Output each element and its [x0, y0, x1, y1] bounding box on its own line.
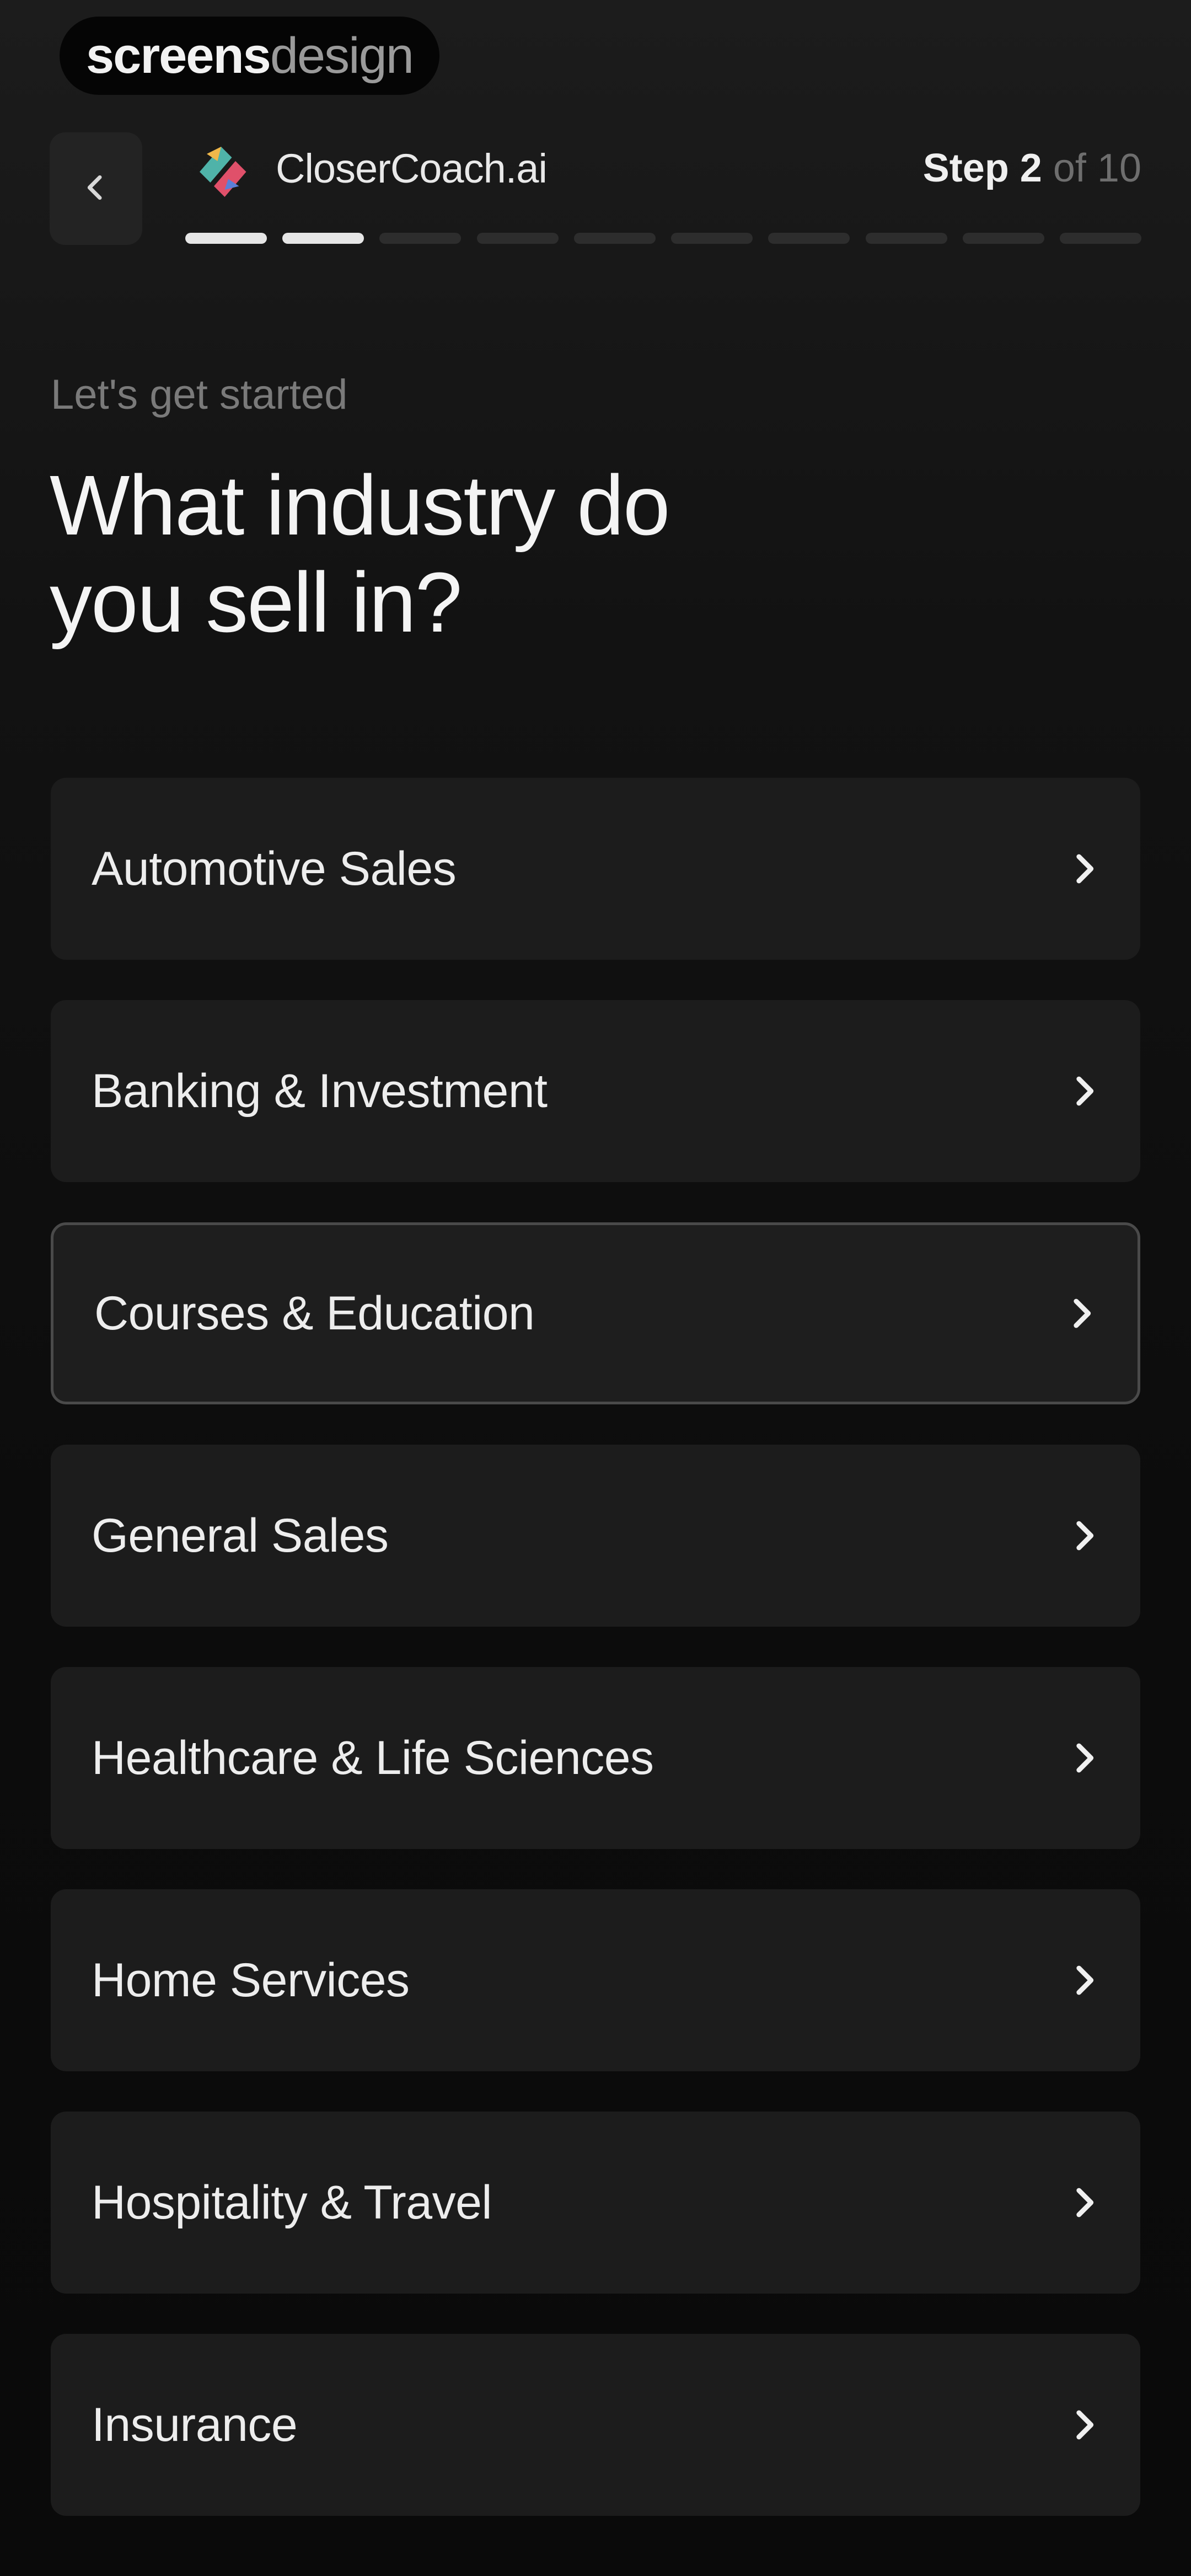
- chevron-left-icon: [81, 172, 111, 206]
- progress-segment: [1059, 233, 1141, 244]
- watermark-text-light: design: [270, 27, 414, 84]
- industry-option[interactable]: Hospitality & Travel: [51, 2112, 1140, 2294]
- industry-option-label: Home Services: [92, 1953, 410, 2007]
- industry-option[interactable]: Courses & Education: [51, 1222, 1140, 1404]
- progress-segment: [768, 233, 850, 244]
- industry-option-label: General Sales: [92, 1509, 389, 1562]
- onboarding-screen: screens design CloserCoach.ai Step 2 of 1…: [0, 0, 1191, 2576]
- chevron-right-icon: [1065, 1517, 1102, 1554]
- industry-option-label: Insurance: [92, 2398, 298, 2451]
- watermark-badge: screens design: [60, 17, 439, 95]
- progress-segment: [185, 233, 267, 244]
- chevron-right-icon: [1065, 2407, 1102, 2443]
- industry-option-label: Courses & Education: [94, 1286, 535, 1340]
- progress-segment: [962, 233, 1044, 244]
- progress-segment: [379, 233, 462, 244]
- progress-bar: [185, 233, 1141, 244]
- chevron-right-icon: [1063, 1295, 1099, 1332]
- page-title: What industry do you sell in?: [50, 457, 877, 651]
- progress-segment: [865, 233, 947, 244]
- chevron-right-icon: [1065, 2184, 1102, 2221]
- step-indicator: Step 2 of 10: [923, 132, 1141, 204]
- progress-segment: [573, 233, 656, 244]
- industry-option-label: Hospitality & Travel: [92, 2176, 492, 2229]
- industry-option[interactable]: General Sales: [51, 1445, 1140, 1627]
- step-total: of 10: [1053, 146, 1141, 190]
- page-title-line-1: What industry do: [50, 458, 670, 553]
- industry-option[interactable]: Home Services: [51, 1889, 1140, 2071]
- chevron-right-icon: [1065, 1962, 1102, 1998]
- eyebrow-text: Let's get started: [51, 371, 348, 418]
- industry-option-label: Healthcare & Life Sciences: [92, 1731, 654, 1784]
- watermark-text-bold: screens: [86, 27, 271, 84]
- industry-option[interactable]: Healthcare & Life Sciences: [51, 1667, 1140, 1849]
- industry-option-label: Banking & Investment: [92, 1064, 548, 1118]
- progress-segment: [476, 233, 559, 244]
- page-title-line-2: you sell in?: [50, 555, 462, 650]
- progress-segment: [282, 233, 364, 244]
- chevron-right-icon: [1065, 851, 1102, 887]
- back-button[interactable]: [50, 132, 142, 245]
- brand: CloserCoach.ai: [185, 132, 548, 204]
- industry-option[interactable]: Insurance: [51, 2334, 1140, 2516]
- industry-options-list: Automotive Sales Banking & Investment Cour…: [51, 778, 1140, 2556]
- chevron-right-icon: [1065, 1740, 1102, 1776]
- industry-option[interactable]: Banking & Investment: [51, 1000, 1140, 1182]
- industry-option[interactable]: Automotive Sales: [51, 778, 1140, 960]
- progress-segment: [671, 233, 753, 244]
- brand-name: CloserCoach.ai: [276, 145, 548, 191]
- step-current: Step 2: [922, 146, 1042, 190]
- closercoach-logo: [185, 132, 257, 204]
- industry-option-label: Automotive Sales: [92, 842, 457, 895]
- chevron-right-icon: [1065, 1073, 1102, 1109]
